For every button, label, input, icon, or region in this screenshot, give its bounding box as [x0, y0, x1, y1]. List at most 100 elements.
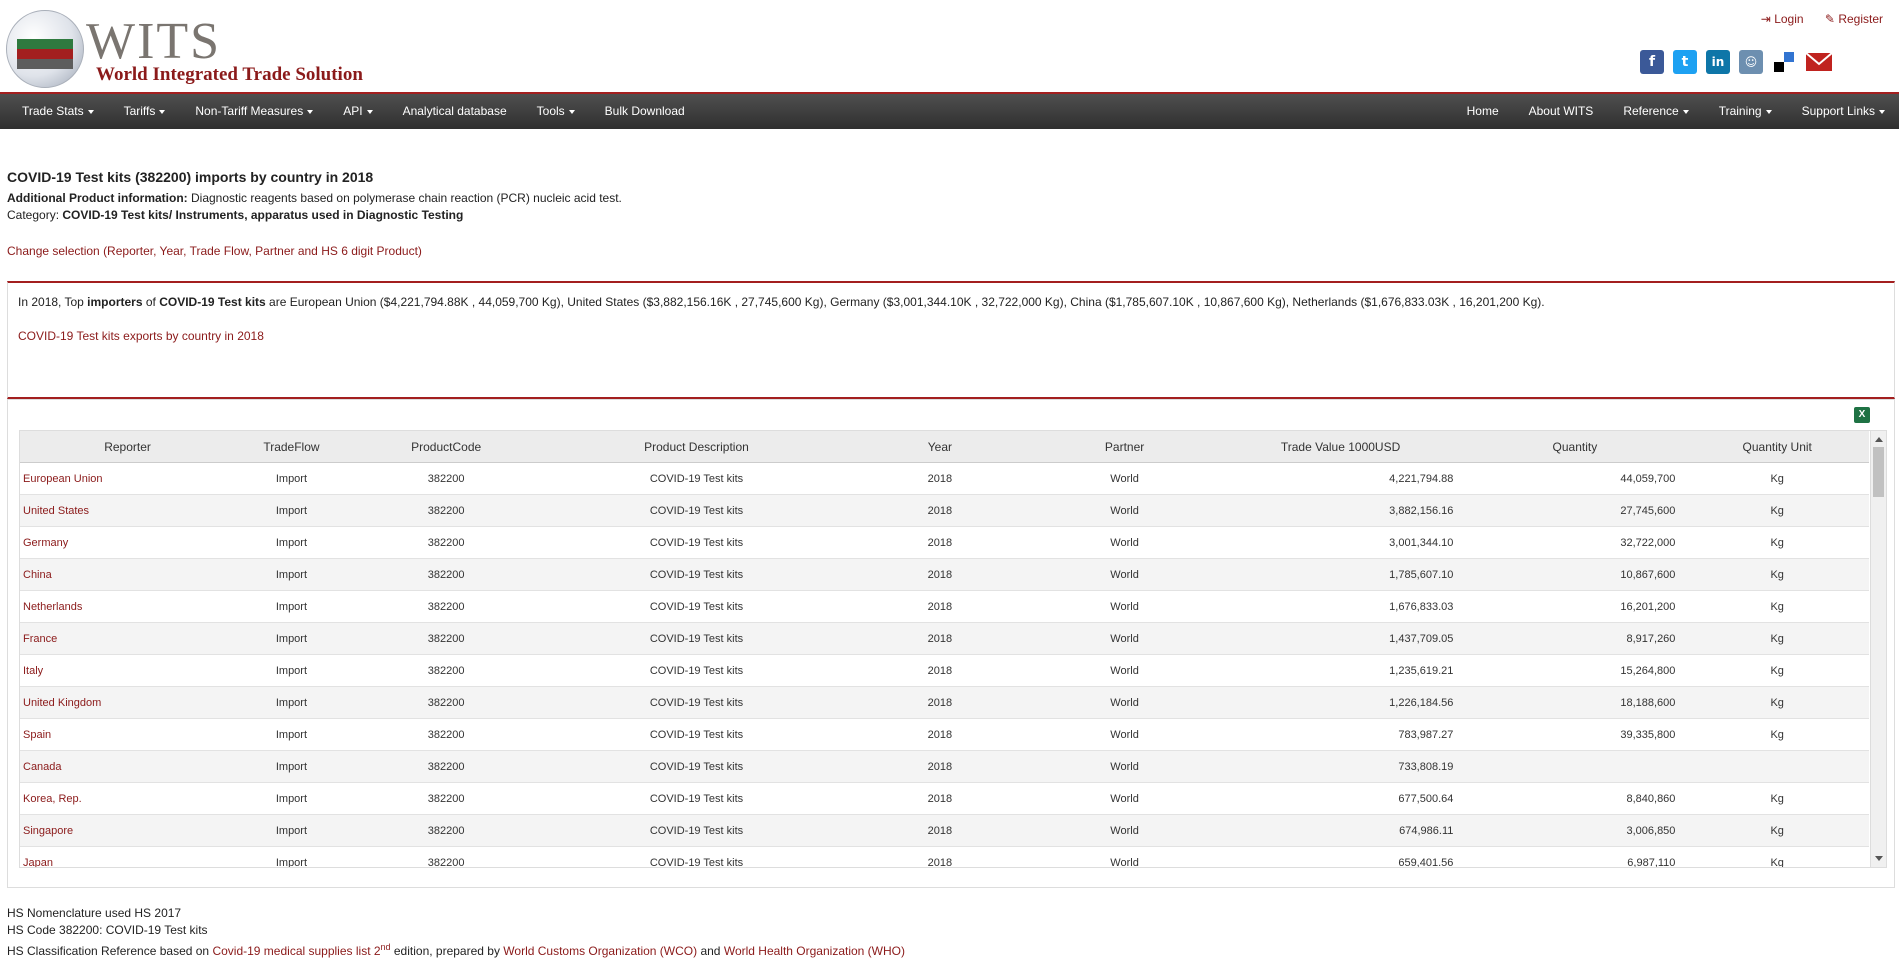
- cell: COVID-19 Test kits: [545, 622, 848, 655]
- nav-tools[interactable]: Tools: [537, 94, 575, 129]
- header-tradeflow[interactable]: TradeFlow: [236, 431, 347, 463]
- reporter-link[interactable]: Spain: [20, 718, 237, 751]
- reporter-link[interactable]: United Kingdom: [20, 686, 237, 719]
- linkedin-icon[interactable]: in: [1706, 50, 1730, 74]
- reporter-link[interactable]: United States: [20, 494, 237, 527]
- wits-logo[interactable]: WITS World Integrated Trade Solution: [6, 10, 366, 88]
- footer-hs-code: HS Code 382200: COVID-19 Test kits: [7, 923, 208, 937]
- cell: 1,676,833.03: [1216, 590, 1464, 623]
- cell: Import: [236, 462, 347, 495]
- nav-bulk-download[interactable]: Bulk Download: [605, 94, 685, 129]
- cell: 2018: [847, 462, 1033, 495]
- login-link[interactable]: ⇥ Login: [1761, 12, 1804, 26]
- nav-about-wits[interactable]: About WITS: [1529, 94, 1594, 129]
- nav-training[interactable]: Training: [1719, 94, 1772, 129]
- cell: COVID-19 Test kits: [545, 462, 848, 495]
- social-icons: f t in ☺: [1640, 50, 1833, 74]
- cell: 674,986.11: [1216, 814, 1464, 847]
- wco-link[interactable]: World Customs Organization (WCO): [503, 944, 697, 958]
- header-product-description[interactable]: Product Description: [545, 431, 848, 463]
- reporter-link[interactable]: Germany: [20, 526, 237, 559]
- nav-reference[interactable]: Reference: [1623, 94, 1689, 129]
- header-year[interactable]: Year: [847, 431, 1033, 463]
- reporter-link[interactable]: Netherlands: [20, 590, 237, 623]
- cell: World: [1032, 526, 1217, 559]
- header-trade-value[interactable]: Trade Value 1000USD: [1216, 431, 1464, 463]
- cell: 733,808.19: [1216, 750, 1464, 783]
- cell: 2018: [847, 846, 1033, 867]
- cell: 2018: [847, 622, 1033, 655]
- cell: Import: [236, 782, 347, 815]
- cell: Import: [236, 750, 347, 783]
- cell: World: [1032, 462, 1217, 495]
- cell: COVID-19 Test kits: [545, 846, 848, 867]
- cell: 3,001,344.10: [1216, 526, 1464, 559]
- page-title: COVID-19 Test kits (382200) imports by c…: [7, 169, 374, 185]
- caret-down-icon: [1682, 109, 1689, 114]
- nav-analytical-database[interactable]: Analytical database: [403, 94, 507, 129]
- logo-subtitle: World Integrated Trade Solution: [96, 64, 363, 85]
- nav-trade-stats[interactable]: Trade Stats: [22, 94, 94, 129]
- reporter-link[interactable]: Japan: [20, 846, 237, 867]
- who-link[interactable]: World Health Organization (WHO): [724, 944, 905, 958]
- cell: 8,917,260: [1463, 622, 1686, 655]
- register-link[interactable]: ✎ Register: [1825, 12, 1883, 26]
- facebook-icon[interactable]: f: [1640, 50, 1664, 74]
- auth-links: ⇥ Login ✎ Register: [1743, 12, 1883, 26]
- nav-tariffs[interactable]: Tariffs: [124, 94, 166, 129]
- table-row: Spain Import 382200 COVID-19 Test kits 2018 W…: [20, 718, 1869, 751]
- additional-info: Additional Product information: Diagnost…: [7, 191, 622, 205]
- caret-down-icon: [307, 109, 314, 114]
- reporter-link[interactable]: European Union: [20, 462, 237, 495]
- reporter-link[interactable]: Singapore: [20, 814, 237, 847]
- scroll-up-icon[interactable]: [1875, 437, 1883, 442]
- caret-down-icon: [87, 109, 94, 114]
- header-partner[interactable]: Partner: [1032, 431, 1217, 463]
- table-row: United States Import 382200 COVID-19 Test k…: [20, 494, 1869, 527]
- nav-support-links[interactable]: Support Links: [1802, 94, 1885, 129]
- main-nav: Trade Stats Tariffs Non-Tariff Measures …: [0, 94, 1899, 129]
- cell: 382200: [346, 782, 546, 815]
- nav-non-tariff-measures[interactable]: Non-Tariff Measures: [195, 94, 314, 129]
- cell: 6,987,110: [1463, 846, 1686, 867]
- reporter-link[interactable]: Korea, Rep.: [20, 782, 237, 815]
- cell: Import: [236, 686, 347, 719]
- cell: Kg: [1685, 494, 1869, 527]
- table-scrollbar[interactable]: [1870, 431, 1886, 867]
- data-table-panel: X Reporter TradeFlow ProductCode Product…: [7, 399, 1895, 888]
- reddit-icon[interactable]: ☺: [1739, 50, 1763, 74]
- reporter-link[interactable]: France: [20, 622, 237, 655]
- header-quantity-unit[interactable]: Quantity Unit: [1685, 431, 1869, 463]
- scroll-down-icon[interactable]: [1875, 856, 1883, 861]
- header-reporter[interactable]: Reporter: [20, 431, 237, 463]
- scroll-thumb[interactable]: [1873, 447, 1884, 497]
- site-header: WITS World Integrated Trade Solution ⇥ L…: [0, 0, 1899, 94]
- change-selection-link[interactable]: Change selection (Reporter, Year, Trade …: [7, 244, 422, 258]
- summary-text: In 2018, Top importers of COVID-19 Test …: [18, 295, 1545, 309]
- email-icon[interactable]: [1805, 50, 1833, 74]
- covid-supplies-link[interactable]: Covid-19 medical supplies list 2nd: [212, 942, 390, 958]
- cell: 2018: [847, 814, 1033, 847]
- reporter-link[interactable]: Canada: [20, 750, 237, 783]
- table-row: France Import 382200 COVID-19 Test kits 2018…: [20, 622, 1869, 655]
- header-quantity[interactable]: Quantity: [1463, 431, 1686, 463]
- cell: World: [1032, 590, 1217, 623]
- twitter-icon[interactable]: t: [1673, 50, 1697, 74]
- cell: COVID-19 Test kits: [545, 782, 848, 815]
- reporter-link[interactable]: Italy: [20, 654, 237, 687]
- data-grid: Reporter TradeFlow ProductCode Product D…: [19, 430, 1887, 868]
- table-row: Canada Import 382200 COVID-19 Test kits 2018…: [20, 750, 1869, 783]
- delicious-icon[interactable]: [1772, 50, 1796, 74]
- cell: 382200: [346, 846, 546, 867]
- excel-icon[interactable]: X: [1854, 407, 1870, 423]
- exports-link[interactable]: COVID-19 Test kits exports by country in…: [18, 329, 264, 343]
- reporter-link[interactable]: China: [20, 558, 237, 591]
- cell: Kg: [1685, 846, 1869, 867]
- cell: 659,401.56: [1216, 846, 1464, 867]
- nav-api[interactable]: API: [343, 94, 373, 129]
- cell: World: [1032, 814, 1217, 847]
- cell: Import: [236, 526, 347, 559]
- nav-home[interactable]: Home: [1467, 94, 1499, 129]
- header-productcode[interactable]: ProductCode: [346, 431, 546, 463]
- cell: 382200: [346, 814, 546, 847]
